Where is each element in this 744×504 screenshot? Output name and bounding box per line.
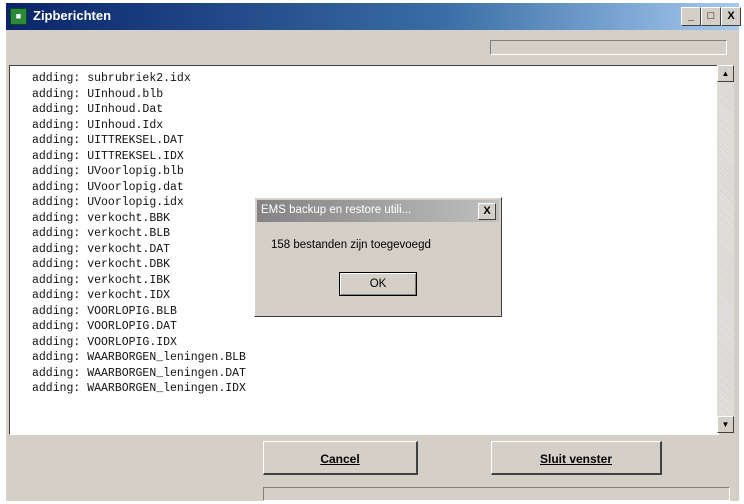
log-line: adding: verkocht.DAT — [32, 242, 171, 256]
cancel-button[interactable]: Cancel — [263, 441, 418, 475]
window-title: Zipberichten — [33, 8, 112, 23]
dialog-titlebar[interactable]: EMS backup en restore utili... X — [257, 200, 499, 222]
log-line: adding: subrubriek2.idx — [32, 72, 191, 85]
window-titlebar[interactable]: ■ Zipberichten _ □ X — [6, 3, 741, 30]
dialog-ok-button[interactable]: OK — [339, 272, 417, 296]
scroll-up-arrow-icon[interactable]: ▲ — [717, 65, 734, 82]
dialog-close-button[interactable]: X — [478, 203, 496, 220]
log-line: adding: WAARBORGEN_leningen.BLB — [32, 351, 246, 364]
log-line: adding: verkocht.IBK — [32, 273, 171, 287]
log-line: adding: verkocht.DBK — [32, 258, 171, 271]
log-line: adding: VOORLOPIG.IDX — [32, 335, 177, 349]
cancel-button-label: Cancel — [320, 452, 360, 466]
log-line: adding: verkocht.IDX — [32, 289, 171, 302]
log-line: adding: UVoorlopig.idx — [32, 196, 184, 209]
progress-bar-top — [490, 40, 727, 55]
close-window-button-label: Sluit venster — [539, 452, 613, 466]
log-line: adding: verkocht.BLB — [32, 227, 171, 240]
log-line: adding: UInhoud.blb — [32, 87, 164, 101]
log-line: adding: UITTREKSEL.IDX — [32, 149, 184, 163]
app-icon: ■ — [10, 8, 27, 25]
log-scrollbar[interactable]: ▲ ▼ — [717, 65, 734, 433]
close-window-button[interactable]: Sluit venster — [491, 441, 662, 475]
log-line: adding: VOORLOPIG.DAT — [32, 320, 177, 333]
log-lines: adding: subrubriek2.idx adding: UInhoud.b… — [32, 71, 246, 397]
dialog-title: EMS backup en restore utili... — [261, 204, 412, 216]
maximize-button[interactable]: □ — [701, 7, 721, 26]
log-line: adding: WAARBORGEN_leningen.IDX — [32, 382, 246, 395]
progress-bar-bottom — [263, 487, 730, 501]
log-line: adding: verkocht.BBK — [32, 211, 171, 225]
scroll-down-arrow-icon[interactable]: ▼ — [717, 416, 734, 433]
log-line: adding: UInhoud.Idx — [32, 118, 164, 132]
dialog-message: 158 bestanden zijn toegevoegd — [271, 239, 431, 251]
log-line: adding: VOORLOPIG.BLB — [32, 304, 177, 318]
message-dialog: EMS backup en restore utili... X 158 bes… — [254, 197, 502, 317]
log-line: adding: UVoorlopig.dat — [32, 180, 184, 194]
log-line: adding: UInhoud.Dat — [32, 103, 164, 116]
minimize-button[interactable]: _ — [681, 7, 701, 26]
log-line: adding: WAARBORGEN_leningen.DAT — [32, 366, 246, 380]
close-button[interactable]: X — [721, 7, 741, 26]
log-line: adding: UITTREKSEL.DAT — [32, 134, 184, 147]
log-line: adding: UVoorlopig.blb — [32, 165, 184, 178]
